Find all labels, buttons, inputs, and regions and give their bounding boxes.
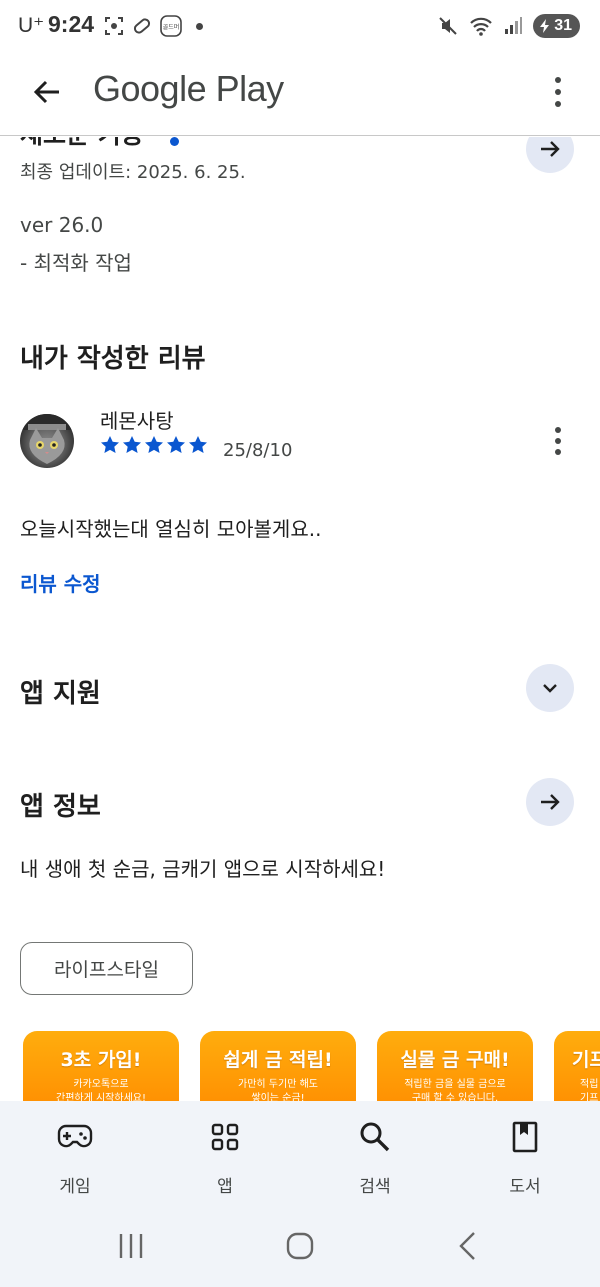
system-status-icons: 31: [437, 14, 580, 38]
review-text: 오늘시작했는대 열심히 모아볼게요..: [20, 517, 322, 541]
screenshot-caption: 간편하게 시작하세요!: [56, 1093, 146, 1101]
review-more-button[interactable]: [546, 425, 570, 457]
whats-new-title: 새로운 기능: [20, 137, 144, 151]
home-button[interactable]: [280, 1228, 320, 1264]
star-icon: [145, 436, 163, 453]
cat-photo-icon: [20, 414, 74, 464]
dot: [555, 449, 561, 455]
wifi-icon: [470, 17, 492, 36]
nav-item-books[interactable]: 도서: [450, 1101, 600, 1206]
app-badge-icon: 골드머: [160, 15, 182, 37]
arrow-forward-icon: [541, 141, 560, 157]
nav-item-games[interactable]: 게임: [0, 1101, 150, 1206]
dot: [555, 427, 561, 433]
category-chip[interactable]: 라이프스타일: [20, 942, 193, 995]
app-bar: Google Play: [0, 54, 600, 136]
search-icon: [357, 1119, 393, 1155]
app-details-content[interactable]: 새로운 기능 최종 업데이트: 2025. 6. 25. ver 26.0 - …: [0, 137, 600, 1101]
app-support-title[interactable]: 앱 지원: [20, 673, 101, 710]
release-note-line: - 최적화 작업: [20, 251, 132, 275]
app-info-arrow-button[interactable]: [526, 778, 574, 826]
screenshot-card[interactable]: 기프 적립 기프: [554, 1031, 600, 1101]
screenshot-icon: [105, 17, 123, 35]
dot: [555, 101, 561, 107]
nav-item-apps[interactable]: 앱: [150, 1101, 300, 1206]
dot: [555, 438, 561, 444]
mute-icon: [439, 17, 457, 35]
system-back-button[interactable]: [448, 1228, 488, 1264]
signal-icon: [505, 17, 523, 34]
svg-text:골드머: 골드머: [163, 23, 180, 31]
pill-icon: [133, 18, 151, 34]
screenshot-title: 쉽게 금 적립!: [223, 1049, 333, 1071]
star-icon: [189, 436, 207, 453]
star-rating: [100, 435, 208, 455]
new-indicator-dot: [170, 137, 179, 146]
notification-icons: 골드머: [104, 15, 203, 37]
nav-label: 게임: [59, 1177, 91, 1197]
screenshot-title: 기프: [572, 1049, 600, 1071]
chevron-down-icon: [543, 684, 557, 693]
app-support-expand-button[interactable]: [526, 664, 574, 712]
screenshot-caption: 카카오톡으로: [73, 1079, 129, 1090]
home-icon: [286, 1232, 314, 1260]
app-info-title[interactable]: 앱 정보: [20, 786, 101, 823]
arrow-forward-icon: [541, 794, 560, 810]
gamepad-icon: [57, 1119, 93, 1155]
bottom-navigation: 게임 앱 검색 도서: [0, 1101, 600, 1206]
screenshot-caption: 쌓이는 순금!: [251, 1093, 305, 1101]
arrow-back-icon: [33, 80, 59, 104]
nav-label: 도서: [509, 1177, 541, 1197]
avatar: [20, 414, 74, 468]
screenshot-caption: 적립: [580, 1079, 599, 1090]
battery-level: 31: [554, 17, 572, 34]
screenshot-title: 실물 금 구매!: [400, 1049, 510, 1071]
battery-indicator: 31: [533, 14, 580, 38]
charging-icon: [540, 19, 550, 33]
screenshot-card[interactable]: 3초 가입! 카카오톡으로 간편하게 시작하세요!: [23, 1031, 179, 1101]
last-updated: 최종 업데이트: 2025. 6. 25.: [20, 162, 246, 183]
clock: 9:24: [48, 11, 95, 37]
review-date: 25/8/10: [223, 440, 293, 461]
dot: [555, 77, 561, 83]
dot: [555, 89, 561, 95]
more-options-button[interactable]: [546, 70, 570, 114]
recent-apps-icon: [119, 1234, 143, 1258]
book-icon: [507, 1119, 543, 1155]
edit-review-link[interactable]: 리뷰 수정: [20, 568, 101, 597]
screenshot-caption: 가만히 두기만 해도: [238, 1079, 318, 1090]
screenshot-caption: 적립한 금을 실물 금으로: [404, 1079, 506, 1090]
screenshot-caption: 구매 할 수 있습니다.: [411, 1093, 499, 1101]
reviewer-name: 레몬사탕: [100, 409, 174, 433]
my-review-title: 내가 작성한 리뷰: [20, 344, 206, 374]
screenshot-card[interactable]: 실물 금 구매! 적립한 금을 실물 금으로 구매 할 수 있습니다.: [377, 1031, 533, 1101]
screenshot-title: 3초 가입!: [60, 1049, 142, 1071]
apps-grid-icon: [207, 1119, 243, 1155]
recent-apps-button[interactable]: [111, 1228, 151, 1264]
back-button[interactable]: [26, 71, 68, 113]
nav-label: 앱: [217, 1177, 233, 1197]
carrier-label: U⁺: [18, 14, 45, 37]
screenshot-card[interactable]: 쉽게 금 적립! 가만히 두기만 해도 쌓이는 순금!: [200, 1031, 356, 1101]
nav-item-search[interactable]: 검색: [300, 1101, 450, 1206]
status-bar: U⁺ 9:24 골드머 31: [0, 0, 600, 54]
chevron-left-icon: [459, 1232, 475, 1260]
screenshot-caption: 기프: [580, 1093, 599, 1101]
star-icon: [123, 436, 141, 453]
whats-new-arrow-button[interactable]: [526, 137, 574, 173]
star-icon: [101, 436, 119, 453]
app-description: 내 생애 첫 순금, 금캐기 앱으로 시작하세요!: [20, 857, 386, 881]
star-icon: [167, 436, 185, 453]
app-title: Google Play: [93, 68, 284, 109]
more-notifications-dot: [196, 22, 203, 30]
nav-label: 검색: [359, 1177, 391, 1197]
release-note-line: ver 26.0: [20, 213, 104, 237]
system-navigation-bar: [0, 1206, 600, 1287]
